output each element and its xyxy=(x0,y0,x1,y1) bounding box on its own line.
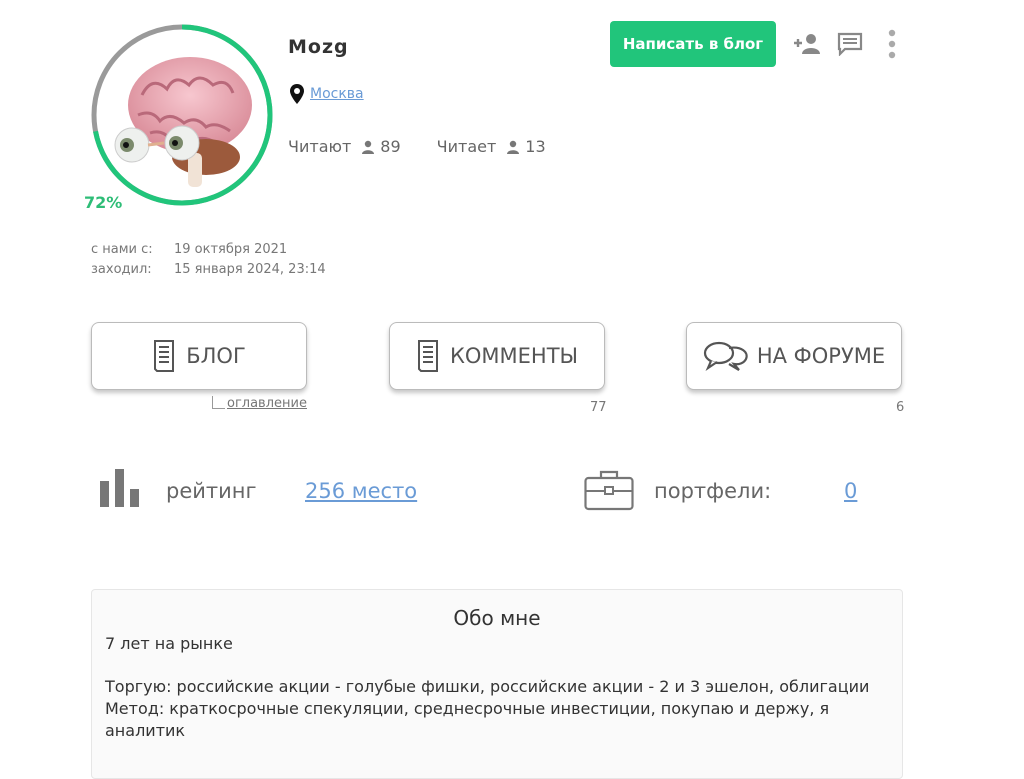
write-blog-button[interactable]: Написать в блог xyxy=(610,21,776,67)
user-icon xyxy=(507,140,520,154)
comments-count: 77 xyxy=(590,400,607,415)
rating-label: рейтинг xyxy=(166,479,257,503)
follow-stats: Читают 89 Читает 13 xyxy=(288,137,546,156)
blog-toc: оглавление xyxy=(212,396,307,411)
comments-button-label: КОММЕНТЫ xyxy=(449,344,579,368)
visited-date: 15 января 2024, 23:14 xyxy=(174,262,326,277)
rating-bars-icon xyxy=(100,469,139,507)
rating-link[interactable]: 256 место xyxy=(305,479,417,503)
user-icon xyxy=(362,140,375,154)
forum-button[interactable]: НА ФОРУМЕ xyxy=(686,322,902,390)
more-vert-icon[interactable] xyxy=(886,29,898,61)
visited-label: заходил: xyxy=(91,262,152,277)
forum-count: 6 xyxy=(896,400,905,415)
briefcase-icon xyxy=(584,470,634,511)
blog-toc-link[interactable]: оглавление xyxy=(227,396,307,411)
readers-label: Читают xyxy=(288,137,352,156)
blog-button[interactable]: БЛОГ xyxy=(91,322,307,390)
document-icon xyxy=(417,340,438,372)
brain-avatar-image xyxy=(114,57,252,187)
about-section: Обо мне 7 лет на рынке Торгую: российски… xyxy=(91,589,903,779)
reading-count[interactable]: 13 xyxy=(506,137,546,156)
reading-label: Читает xyxy=(436,137,497,156)
readers-count-value: 89 xyxy=(380,137,401,156)
message-icon[interactable] xyxy=(837,32,863,56)
location: Москва xyxy=(290,84,364,104)
about-line: Торгую: российские акции - голубые фишки… xyxy=(105,677,870,696)
about-line: аналитик xyxy=(105,721,186,740)
joined-label: с нами с: xyxy=(91,242,153,257)
username: Mozg xyxy=(288,36,349,58)
reading-count-value: 13 xyxy=(525,137,546,156)
forum-button-label: НА ФОРУМЕ xyxy=(756,344,886,368)
portfolios-label: портфели: xyxy=(654,479,772,503)
about-line: Метод: краткосрочные спекуляции, среднес… xyxy=(105,699,830,718)
profile-dates: с нами с: 19 октября 2021 заходил: 15 янва… xyxy=(91,240,326,280)
joined-date: 19 октября 2021 xyxy=(174,242,288,257)
blog-button-label: БЛОГ xyxy=(186,344,246,368)
profile-progress-label: 72% xyxy=(84,193,123,212)
about-title: Обо мне xyxy=(453,606,541,630)
document-icon xyxy=(154,340,175,372)
readers-count[interactable]: 89 xyxy=(361,137,401,156)
chat-bubbles-icon xyxy=(703,341,748,371)
about-line: 7 лет на рынке xyxy=(105,634,233,653)
comments-button[interactable]: КОММЕНТЫ xyxy=(389,322,605,390)
location-pin-icon xyxy=(290,84,304,104)
city-link[interactable]: Москва xyxy=(310,86,364,102)
add-friend-icon[interactable] xyxy=(792,33,822,55)
avatar[interactable] xyxy=(90,23,274,207)
portfolios-link[interactable]: 0 xyxy=(844,479,857,503)
